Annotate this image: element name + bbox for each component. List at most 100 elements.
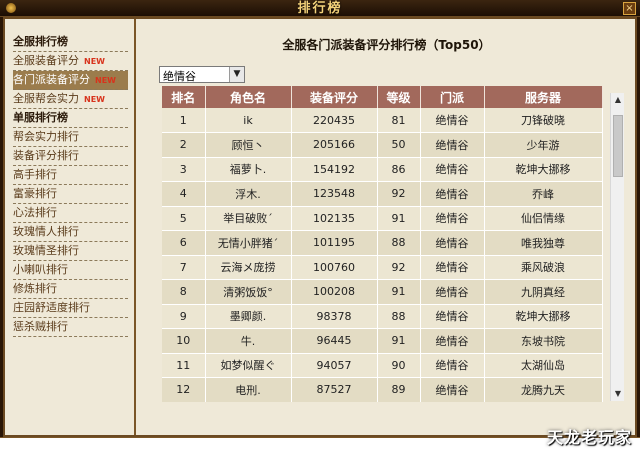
sidebar-item[interactable]: 装备评分排行 <box>13 147 128 166</box>
table-row[interactable]: 10 牛. 96445 91 绝情谷 东坡书院 <box>162 328 603 354</box>
table-cell: 91 <box>377 279 421 305</box>
scroll-up-icon[interactable]: ▲ <box>611 93 625 107</box>
table-cell: 绝情谷 <box>420 304 485 329</box>
table-row[interactable]: 2 顾恒丶 205166 50 绝情谷 少年游 <box>162 132 603 158</box>
table-cell: 少年游 <box>484 132 603 158</box>
table-cell: 92 <box>377 181 421 207</box>
sidebar-item[interactable]: 惩杀贼排行 <box>13 318 128 337</box>
sidebar-item[interactable]: 玫瑰情人排行 <box>13 223 128 242</box>
sidebar-item-label: 单服排行榜 <box>13 111 68 124</box>
table-cell: 90 <box>377 353 421 378</box>
chevron-down-icon[interactable]: ▼ <box>229 67 244 82</box>
scrollbar[interactable]: ▲ ▼ <box>610 93 624 401</box>
table-cell: 绝情谷 <box>420 132 485 158</box>
sidebar-item-label: 玫瑰情人排行 <box>13 225 79 238</box>
table-cell: 96445 <box>291 328 378 354</box>
sidebar-heading: 单服排行榜 <box>13 109 128 128</box>
table-cell: 乔峰 <box>484 181 603 207</box>
table-cell: 乾坤大挪移 <box>484 304 603 329</box>
table-cell: 绝情谷 <box>420 328 485 354</box>
table-row[interactable]: 1 ik 220435 81 绝情谷 刀锋破晓 <box>162 108 603 133</box>
watermark: 天龙老玩家 <box>546 428 632 447</box>
sidebar-item[interactable]: 全服装备评分 NEW <box>13 52 128 71</box>
table-cell: 12 <box>162 377 206 402</box>
sidebar-item[interactable]: 小喇叭排行 <box>13 261 128 280</box>
scrollbar-thumb[interactable] <box>613 115 623 177</box>
table-cell: 顾恒丶 <box>205 132 292 158</box>
sidebar-item[interactable]: 修炼排行 <box>13 280 128 299</box>
table-cell: 墨卿颜. <box>205 304 292 329</box>
table-cell: 绝情谷 <box>420 353 485 378</box>
column-header[interactable]: 排名 <box>162 86 206 108</box>
table-row[interactable]: 11 如梦似醒ぐ 94057 90 绝情谷 太湖仙岛 <box>162 353 603 378</box>
table-cell: 乘风破浪 <box>484 255 603 280</box>
table-cell: 电刑. <box>205 377 292 402</box>
table-cell: 87527 <box>291 377 378 402</box>
sidebar-item[interactable]: 富豪排行 <box>13 185 128 204</box>
ranking-table-container: 排名 角色名 装备评分 等级 门派 服务器 1 ik 220435 81 绝情谷 刀锋破晓 2 顾恒丶 2… <box>162 86 612 402</box>
sidebar-item-label: 惩杀贼排行 <box>13 320 68 333</box>
table-cell: 81 <box>377 108 421 133</box>
table-row[interactable]: 8 清粥饭饭° 100208 91 绝情谷 九阴真经 <box>162 279 603 305</box>
sidebar-item[interactable]: 帮会实力排行 <box>13 128 128 147</box>
table-cell: 太湖仙岛 <box>484 353 603 378</box>
table-row[interactable]: 7 云海メ庞捞 100760 92 绝情谷 乘风破浪 <box>162 255 603 280</box>
table-cell: 绝情谷 <box>420 108 485 133</box>
table-cell: 清粥饭饭° <box>205 279 292 305</box>
table-cell: 102135 <box>291 206 378 231</box>
sidebar-item-label: 装备评分排行 <box>13 149 79 162</box>
sidebar-item-label: 高手排行 <box>13 168 57 181</box>
table-cell: 绝情谷 <box>420 230 485 256</box>
column-header[interactable]: 等级 <box>377 86 421 108</box>
scroll-down-icon[interactable]: ▼ <box>611 387 625 401</box>
table-cell: 九阴真经 <box>484 279 603 305</box>
sect-select-value: 绝情谷 <box>163 70 196 83</box>
sidebar-item-label: 玫瑰情圣排行 <box>13 244 79 257</box>
table-row[interactable]: 3 福萝卜. 154192 86 绝情谷 乾坤大挪移 <box>162 157 603 182</box>
table-header-row: 排名 角色名 装备评分 等级 门派 服务器 <box>162 86 603 108</box>
sidebar-item[interactable]: 高手排行 <box>13 166 128 185</box>
column-header[interactable]: 装备评分 <box>291 86 378 108</box>
table-cell: 5 <box>162 206 206 231</box>
sidebar-item[interactable]: 玫瑰情圣排行 <box>13 242 128 261</box>
table-cell: 牛. <box>205 328 292 354</box>
sidebar-item[interactable]: 各门派装备评分 NEW <box>13 71 128 90</box>
column-header[interactable]: 角色名 <box>205 86 292 108</box>
table-cell: 10 <box>162 328 206 354</box>
table-cell: 唯我独尊 <box>484 230 603 256</box>
table-cell: 乾坤大挪移 <box>484 157 603 182</box>
title-bar: 排行榜 × <box>0 0 640 17</box>
sidebar-item-label: 全服排行榜 <box>13 35 68 48</box>
sidebar-item-label: 各门派装备评分 <box>13 73 90 86</box>
table-cell: 如梦似醒ぐ <box>205 353 292 378</box>
table-row[interactable]: 9 墨卿颜. 98378 88 绝情谷 乾坤大挪移 <box>162 304 603 329</box>
table-cell: 绝情谷 <box>420 206 485 231</box>
close-button[interactable]: × <box>623 2 636 15</box>
table-cell: 福萝卜. <box>205 157 292 182</box>
column-header[interactable]: 门派 <box>420 86 485 108</box>
sidebar-item[interactable]: 心法排行 <box>13 204 128 223</box>
sidebar-item-label: 修炼排行 <box>13 282 57 295</box>
table-row[interactable]: 5 举目破败ˊ 102135 91 绝情谷 仙侣情缘 <box>162 206 603 231</box>
table-cell: 浮木. <box>205 181 292 207</box>
new-badge: NEW <box>84 95 105 104</box>
table-cell: 绝情谷 <box>420 255 485 280</box>
sidebar-item-label: 全服装备评分 <box>13 54 79 67</box>
table-row[interactable]: 6 无情小胖猪ˊ 101195 88 绝情谷 唯我独尊 <box>162 230 603 256</box>
column-header[interactable]: 服务器 <box>484 86 603 108</box>
sidebar-item-label: 心法排行 <box>13 206 57 219</box>
table-cell: 无情小胖猪ˊ <box>205 230 292 256</box>
sidebar-item[interactable]: 庄园舒适度排行 <box>13 299 128 318</box>
table-cell: 绝情谷 <box>420 377 485 402</box>
main-panel: 全服各门派装备评分排行榜（Top50） 绝情谷 ▼ 排名 角色名 装备评分 等级 门派服… <box>138 19 635 435</box>
table-cell: 6 <box>162 230 206 256</box>
sidebar-item[interactable]: 全服帮会实力 NEW <box>13 90 128 109</box>
table-cell: 50 <box>377 132 421 158</box>
sect-select[interactable]: 绝情谷 ▼ <box>159 66 245 83</box>
table-row[interactable]: 4 浮木. 123548 92 绝情谷 乔峰 <box>162 181 603 207</box>
sidebar-heading: 全服排行榜 <box>13 33 128 52</box>
table-row[interactable]: 12 电刑. 87527 89 绝情谷 龙腾九天 <box>162 377 603 402</box>
table-cell: ik <box>205 108 292 133</box>
table-cell: 88 <box>377 230 421 256</box>
table-cell: 11 <box>162 353 206 378</box>
